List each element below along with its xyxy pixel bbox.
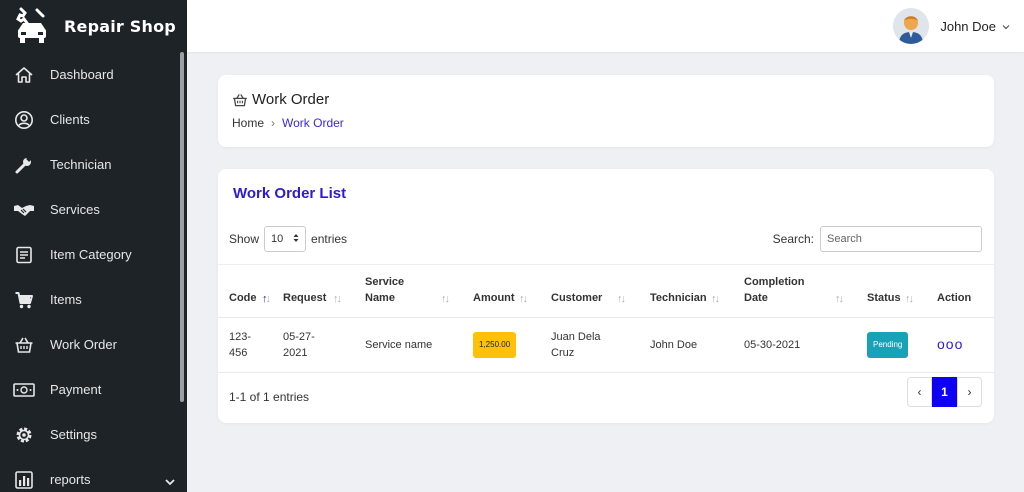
chevron-down-icon (165, 473, 175, 491)
sidebar-item-label: Items (50, 292, 82, 307)
pagination: ‹ 1 › (907, 377, 982, 407)
column-header-request[interactable]: Request ↑↓ (283, 264, 365, 318)
entries-select[interactable]: 10 (264, 226, 307, 252)
cell-status: Pending (867, 317, 937, 373)
app-name: Repair Shop (64, 16, 176, 36)
select-arrows-icon (293, 233, 299, 246)
sort-icon: ↑↓ (617, 293, 626, 305)
money-icon (12, 378, 36, 402)
column-header-customer[interactable]: Customer ↑↓ (551, 264, 650, 318)
handshake-icon (12, 198, 36, 222)
sidebar-item-label: Clients (50, 112, 90, 127)
table-row[interactable]: 123-456 05-27-2021 Service name 1,250.00… (218, 317, 994, 373)
more-actions-button[interactable]: ooo (937, 336, 963, 352)
search-control: Search: (773, 226, 982, 252)
bar-chart-icon (12, 468, 36, 492)
cart-icon (12, 288, 36, 312)
breadcrumb-home-link[interactable]: Home (232, 116, 264, 130)
search-label: Search: (772, 232, 814, 246)
basket-icon (232, 92, 248, 108)
brand[interactable]: Repair Shop (0, 0, 187, 52)
entries-select-value: 10 (271, 233, 284, 245)
pagination-page-1[interactable]: 1 (932, 377, 957, 407)
sidebar-item-technician[interactable]: Technician (0, 142, 187, 187)
sort-icon: ↑↓ (519, 293, 528, 305)
column-header-completion-date[interactable]: Completion Date ↑↓ (744, 264, 867, 318)
avatar (893, 8, 930, 44)
sidebar-item-label: Work Order (50, 337, 117, 352)
sidebar-item-label: Settings (50, 427, 97, 442)
entries-label: entries (311, 232, 348, 246)
cell-customer: Juan Dela Cruz (551, 317, 650, 373)
sidebar-item-payment[interactable]: Payment (0, 367, 187, 412)
repair-car-logo-icon (12, 6, 52, 46)
wrench-icon (12, 153, 36, 177)
sidebar-item-items[interactable]: Items (0, 277, 187, 322)
sidebar-item-dashboard[interactable]: Dashboard (0, 52, 187, 97)
sidebar-item-label: Services (50, 202, 100, 217)
column-header-action: Action (937, 264, 994, 318)
sidebar-item-label: Payment (50, 382, 102, 397)
table-header-row: Code ↑↓ Request ↑↓ Service Name ↑↓ Amoun… (218, 264, 994, 318)
list-icon (12, 243, 36, 267)
cell-completion-date: 05-30-2021 (744, 317, 867, 373)
sort-icon: ↑↓ (441, 293, 450, 305)
sidebar-item-services[interactable]: Services (0, 187, 187, 232)
user-menu[interactable]: John Doe (893, 8, 1010, 44)
entries-length-control: Show 10 entries (229, 226, 347, 252)
column-header-amount[interactable]: Amount ↑↓ (473, 264, 551, 318)
page-header-card: Work Order Home › Work Order (218, 75, 994, 147)
column-header-technician[interactable]: Technician ↑↓ (650, 264, 744, 318)
sidebar-item-work-order[interactable]: Work Order (0, 322, 187, 367)
search-input[interactable] (820, 226, 982, 252)
topbar: John Doe (187, 0, 1024, 52)
cell-request: 05-27-2021 (283, 317, 365, 373)
column-header-service-name[interactable]: Service Name ↑↓ (365, 264, 473, 318)
sort-icon: ↑↓ (333, 293, 342, 305)
page-title-text: Work Order (252, 91, 330, 108)
pagination-next-button[interactable]: › (957, 377, 982, 407)
sidebar-item-label: reports (50, 472, 91, 487)
user-circle-icon (12, 108, 36, 132)
sidebar-item-settings[interactable]: Settings (0, 412, 187, 457)
sidebar-item-label: Item Category (50, 247, 132, 262)
list-title: Work Order List (233, 185, 347, 202)
home-icon (12, 63, 36, 87)
basket-icon (12, 333, 36, 357)
show-label: Show (229, 232, 260, 246)
sidebar-item-label: Dashboard (50, 67, 114, 82)
work-order-table: Code ↑↓ Request ↑↓ Service Name ↑↓ Amoun… (218, 264, 994, 373)
cell-technician: John Doe (650, 317, 744, 373)
work-order-list-card: Work Order List Show 10 entries Search: … (218, 169, 994, 423)
cell-code: 123-456 (218, 317, 283, 373)
sidebar-item-item-category[interactable]: Item Category (0, 232, 187, 277)
cell-service-name: Service name (365, 317, 473, 373)
column-header-code[interactable]: Code ↑↓ (218, 264, 283, 318)
status-badge: Pending (867, 332, 909, 358)
sidebar-item-clients[interactable]: Clients (0, 97, 187, 142)
sort-icon: ↑↓ (262, 293, 271, 305)
sort-icon: ↑↓ (711, 293, 720, 305)
breadcrumb: Home › Work Order (232, 116, 344, 130)
breadcrumb-separator: › (271, 116, 276, 130)
page-title: Work Order (232, 91, 329, 108)
gear-icon (12, 423, 36, 447)
breadcrumb-current[interactable]: Work Order (282, 116, 344, 130)
pagination-prev-button[interactable]: ‹ (907, 377, 932, 407)
cell-action: ooo (937, 317, 994, 373)
cell-amount: 1,250.00 (473, 317, 551, 373)
chevron-down-icon (1002, 17, 1010, 35)
sidebar-item-label: Technician (50, 157, 112, 172)
sort-icon: ↑↓ (835, 293, 844, 305)
amount-badge: 1,250.00 (473, 332, 517, 358)
sidebar-nav: Dashboard Clients Technician Services It… (0, 52, 187, 492)
sort-icon: ↑↓ (905, 293, 914, 305)
sidebar: Repair Shop Dashboard Clients Technician (0, 0, 187, 492)
sidebar-item-reports[interactable]: reports (0, 457, 187, 492)
table-info: 1-1 of 1 entries (229, 390, 310, 404)
user-name: John Doe (940, 18, 996, 34)
column-header-status[interactable]: Status ↑↓ (867, 264, 937, 318)
